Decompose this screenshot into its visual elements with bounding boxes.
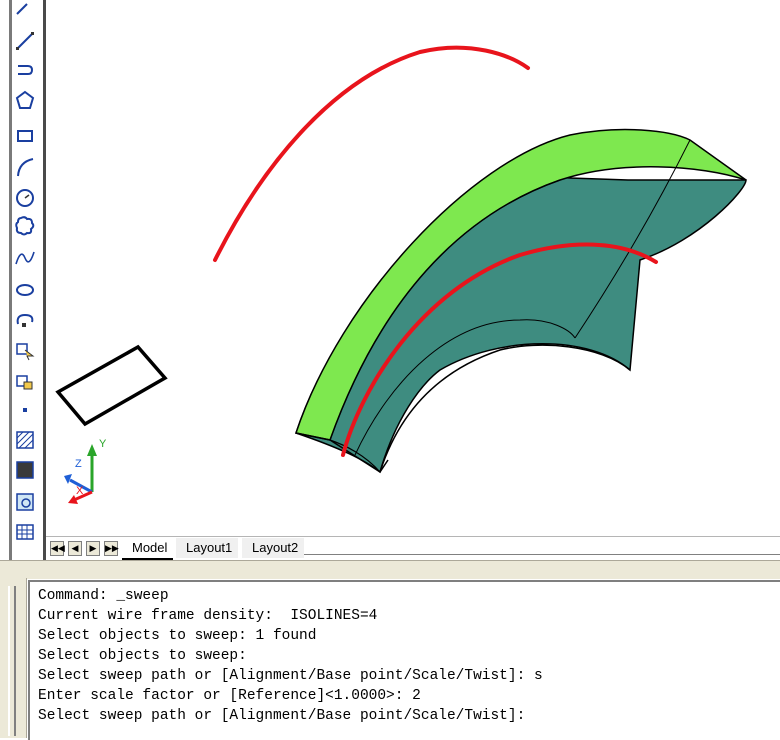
revision-cloud-icon[interactable] [13,214,37,238]
table-icon[interactable] [13,520,37,544]
ucs-y-label: Y [99,438,107,450]
tab-model[interactable]: Model [122,538,174,560]
point-icon[interactable] [13,398,37,422]
ucs-x-label: X [76,485,84,497]
gradient-icon[interactable] [13,458,37,482]
command-line: Select sweep path or [Alignment/Base poi… [38,668,543,684]
command-window[interactable]: Command: _sweep Current wire frame densi… [28,580,780,740]
line-icon[interactable] [13,2,37,26]
sweep-profile-rectangle [55,344,168,427]
ellipse-icon[interactable] [13,278,37,302]
command-line: Current wire frame density: ISOLINES=4 [38,608,378,624]
construction-line-icon[interactable] [13,28,37,52]
spline-icon[interactable] [13,246,37,270]
command-prompt[interactable]: Select sweep path or [Alignment/Base poi… [38,706,525,726]
first-tab-button[interactable]: ◀◀ [50,541,65,556]
arc-icon[interactable] [13,154,37,178]
polyline-icon[interactable] [13,58,37,82]
command-line: Enter scale factor or [Reference]<1.0000… [38,688,421,704]
hatch-icon[interactable] [13,428,37,452]
command-line: Select objects to sweep: 1 found [38,628,317,644]
command-line: Command: _sweep [38,588,169,604]
ucs-z-label: Z [75,458,82,470]
model-space-drawing [55,45,747,504]
layout-tab-strip: ◀◀ ◀ ▶ ▶▶ Model Layout1 Layout2 [46,536,780,561]
next-tab-button[interactable]: ▶ [86,541,100,556]
tab-layout1[interactable]: Layout1 [176,538,239,558]
previous-tab-button[interactable]: ◀ [68,541,82,556]
command-window-grip[interactable] [0,578,27,738]
tab-baseline [256,554,780,555]
region-icon[interactable] [13,490,37,514]
drawing-canvas[interactable]: Y Z X [46,0,780,536]
polygon-icon[interactable] [13,88,37,112]
ellipse-arc-icon[interactable] [13,308,37,332]
insert-block-icon[interactable] [13,338,37,362]
circle-icon[interactable] [13,186,37,210]
rectangle-icon[interactable] [13,124,37,148]
command-line: Select objects to sweep: [38,648,247,664]
make-block-icon[interactable] [13,370,37,394]
toolbar-grip[interactable] [9,0,12,560]
last-tab-button[interactable]: ▶▶ [104,541,119,556]
draw-toolbar [7,0,46,560]
tab-layout2[interactable]: Layout2 [242,538,305,558]
command-window-splitter[interactable] [0,560,780,579]
